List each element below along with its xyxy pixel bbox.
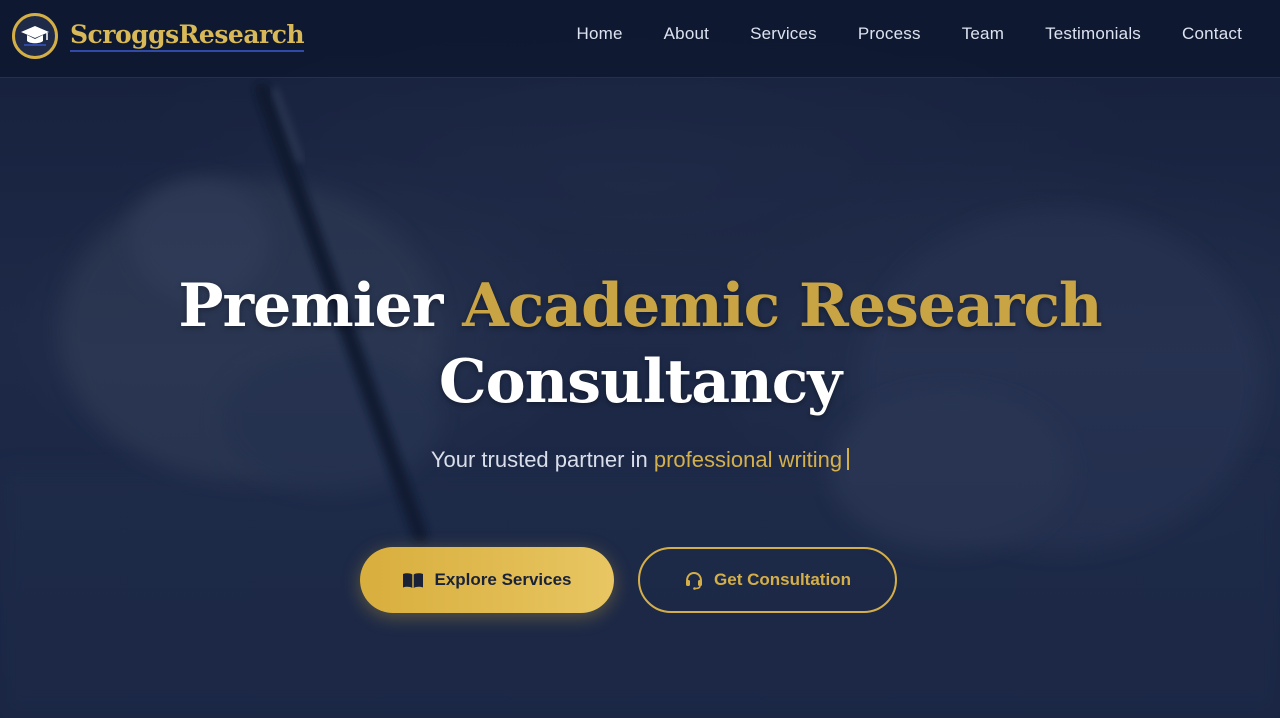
page: ScroggsResearch Home About Services Proc… bbox=[0, 0, 1280, 718]
headset-icon bbox=[684, 570, 704, 590]
hero-title-part2: Consultancy bbox=[438, 347, 842, 417]
hero-subtitle-prefix: Your trusted partner in bbox=[430, 447, 648, 472]
brand-name: ScroggsResearch bbox=[70, 20, 305, 52]
get-consultation-label: Get Consultation bbox=[714, 570, 851, 589]
hero-subtitle-highlight: professional writing bbox=[653, 447, 843, 472]
hero-title-highlight: Academic Research bbox=[462, 271, 1102, 341]
typing-cursor bbox=[847, 448, 850, 470]
explore-services-label: Explore Services bbox=[434, 570, 572, 589]
brand-link[interactable]: ScroggsResearch bbox=[12, 10, 305, 62]
hero-title-part1: Premier bbox=[178, 271, 443, 341]
hero-title: Premier Academic Research Consultancy bbox=[0, 268, 1280, 420]
hero-subtitle: Your trusted partner in professional wri… bbox=[0, 444, 1280, 476]
nav-home[interactable]: Home bbox=[576, 22, 622, 46]
nav-about[interactable]: About bbox=[664, 22, 709, 46]
nav-menu: Home About Services Process Team Testimo… bbox=[535, 22, 1242, 46]
nav-contact[interactable]: Contact bbox=[1182, 22, 1242, 46]
nav-team[interactable]: Team bbox=[962, 22, 1004, 46]
explore-services-button[interactable]: Explore Services bbox=[360, 547, 614, 613]
graduation-cap-icon bbox=[12, 13, 58, 59]
navbar: ScroggsResearch Home About Services Proc… bbox=[0, 0, 1280, 78]
nav-testimonials[interactable]: Testimonials bbox=[1045, 22, 1141, 46]
get-consultation-button[interactable]: Get Consultation bbox=[638, 547, 897, 613]
book-icon bbox=[402, 571, 424, 589]
nav-services[interactable]: Services bbox=[750, 22, 817, 46]
nav-process[interactable]: Process bbox=[858, 22, 921, 46]
